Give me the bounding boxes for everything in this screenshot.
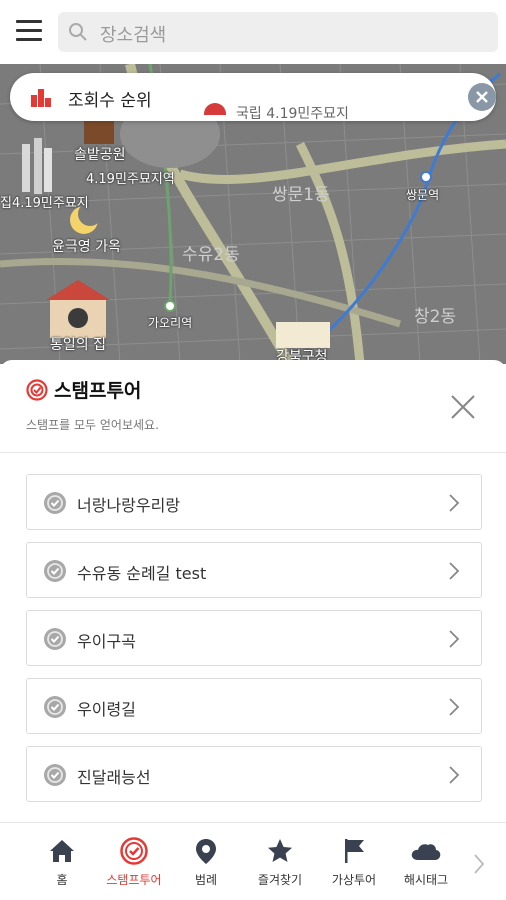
bottom-nav: 홈 스탬프투어 범례 즐겨찾기 가상투어 해시태그 [0, 822, 506, 900]
stamp-icon [120, 837, 148, 865]
tab-home[interactable]: 홈 [24, 837, 100, 897]
stamp-badge-icon [44, 628, 66, 650]
ranking-label: 조회수 순위 [68, 91, 152, 111]
stamp-badge-icon [44, 560, 66, 582]
chevron-right-icon [449, 698, 460, 716]
tab-label: 스탬프투어 [106, 873, 162, 887]
stamp-course-item[interactable]: 우이령길 [26, 678, 482, 734]
tab-hashtag[interactable]: 해시태그 [388, 837, 464, 897]
flag-icon [345, 839, 364, 863]
chevron-right-icon [449, 562, 460, 580]
map-label-songbeop: 솔밭공원 [74, 147, 126, 163]
ticker-marker-icon [204, 103, 226, 115]
tab-label: 범례 [194, 873, 218, 887]
tab-label: 해시태그 [403, 873, 449, 887]
stamp-course-item[interactable]: 너랑나랑우리랑 [26, 474, 482, 530]
stamp-title-icon [26, 379, 48, 401]
top-bar: 장소검색 [0, 0, 506, 64]
map-label-station419: 4.19민주묘지역 [86, 172, 175, 187]
sheet-subtitle: 스탬프를 모두 얻어보세요. [26, 418, 159, 432]
map-label-chang2: 창2동 [414, 307, 457, 327]
sheet-close-button[interactable] [448, 392, 478, 422]
menu-icon[interactable] [16, 20, 42, 42]
map-label-ssangmun1: 쌍문1동 [272, 185, 330, 205]
search-input[interactable]: 장소검색 [58, 12, 498, 52]
tab-label: 가상투어 [331, 873, 377, 887]
map-label-suyu2: 수유2동 [182, 245, 240, 265]
close-icon [476, 91, 488, 103]
tab-favorites[interactable]: 즐겨찾기 [242, 837, 318, 897]
stamp-course-label: 너랑나랑우리랑 [77, 496, 181, 515]
ranking-close-button[interactable] [468, 83, 496, 111]
stamp-badge-icon [44, 492, 66, 514]
sheet-title: 스탬프투어 [54, 380, 142, 402]
chevron-right-icon[interactable] [472, 853, 486, 875]
tab-label: 홈 [56, 873, 68, 887]
sheet-divider [0, 452, 506, 453]
stamp-badge-icon [44, 764, 66, 786]
tab-stamp-tour[interactable]: 스탬프투어 [96, 837, 172, 897]
stamp-course-label: 진달래능선 [77, 768, 151, 787]
search-placeholder: 장소검색 [100, 25, 167, 46]
tab-label: 즐겨찾기 [257, 873, 303, 887]
map-label-gaori: 가오리역 [148, 316, 193, 330]
map-label-station419b: 집4.19민주묘지 [0, 196, 89, 211]
stamp-course-label: 우이령길 [77, 700, 136, 719]
chevron-right-icon [449, 630, 460, 648]
ranking-bar[interactable]: 조회수 순위 국립 4.19민주묘지 [10, 73, 496, 122]
tab-virtual-tour[interactable]: 가상투어 [316, 837, 392, 897]
search-icon [69, 23, 87, 41]
stamp-badge-icon [44, 696, 66, 718]
ranking-chart-icon [31, 89, 51, 107]
map-label-ssangmun-station: 쌍문역 [406, 188, 440, 202]
stamp-tour-sheet: 스탬프투어 스탬프를 모두 얻어보세요. 너랑나랑우리랑 수유동 순례길 tes… [0, 360, 506, 822]
chevron-right-icon [449, 494, 460, 512]
ranking-ticker: 국립 4.19민주묘지 [236, 106, 349, 122]
stamp-course-item[interactable]: 우이구곡 [26, 610, 482, 666]
map-label-tongil: 통일의 집 [50, 337, 106, 353]
stamp-course-label: 수유동 순례길 test [77, 564, 207, 583]
pin-icon [196, 839, 216, 864]
chevron-right-icon [449, 766, 460, 784]
home-icon [50, 840, 74, 862]
stamp-course-label: 우이구곡 [77, 632, 136, 651]
map-label-yungeuk: 윤극영 가옥 [52, 239, 121, 255]
stamp-course-item[interactable]: 수유동 순례길 test [26, 542, 482, 598]
tab-legend[interactable]: 범례 [168, 837, 244, 897]
stamp-course-item[interactable]: 진달래능선 [26, 746, 482, 802]
star-icon [268, 839, 292, 862]
cloud-icon [411, 844, 441, 860]
